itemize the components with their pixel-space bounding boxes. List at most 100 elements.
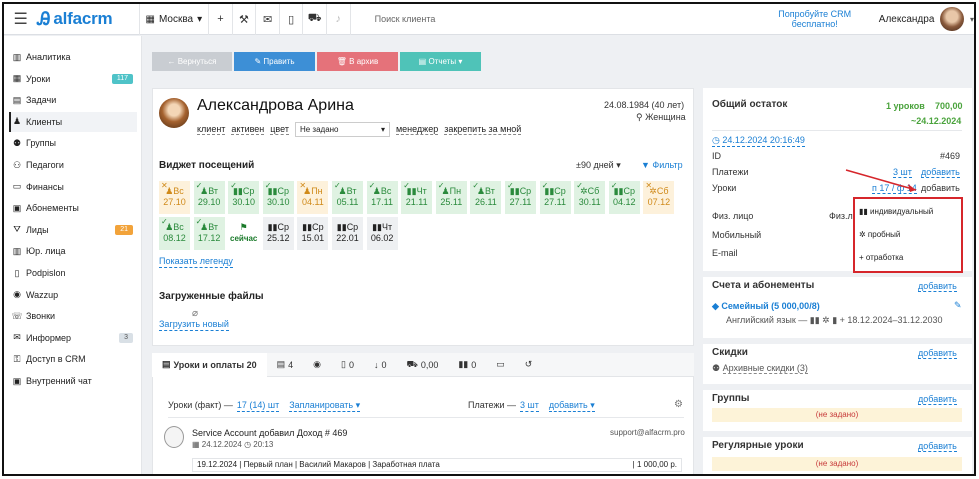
- mail-icon[interactable]: ✉: [256, 4, 280, 35]
- sidebar-item-11[interactable]: ◉ Wazzup: [11, 285, 139, 305]
- add-discount-link[interactable]: добавить: [918, 348, 957, 359]
- sidebar-item-9[interactable]: ▥ Юр. лица: [11, 241, 139, 261]
- add-regular-link[interactable]: добавить: [918, 441, 957, 452]
- popup-item-trial[interactable]: ✲ пробный: [859, 230, 900, 239]
- add-payment-dropdown[interactable]: добавить ▾: [548, 400, 595, 412]
- attendance-day[interactable]: ✓ ♟Вт 17.12: [193, 217, 225, 250]
- sidebar-item-1[interactable]: ▦ Уроки 117: [11, 69, 139, 89]
- tab-4[interactable]: ↓ 0: [364, 353, 397, 377]
- wrench-icon[interactable]: ⚒: [233, 4, 257, 35]
- client-color[interactable]: цвет: [270, 124, 289, 135]
- sidebar-item-4[interactable]: ⚉ Группы: [11, 133, 139, 153]
- sidebar-item-0[interactable]: ▥ Аналитика: [11, 47, 139, 67]
- sidebar-item-14[interactable]: ⚿ Доступ в CRM: [11, 349, 139, 369]
- add-payment-link[interactable]: добавить: [921, 167, 960, 178]
- payments-value[interactable]: 3 шт: [520, 400, 539, 412]
- cart-icon[interactable]: ⛟: [303, 4, 328, 35]
- sidebar-item-5[interactable]: ⚇ Педагоги: [11, 155, 139, 175]
- tab-5[interactable]: ⛟ 0,00: [396, 353, 448, 377]
- attendance-day[interactable]: ✓ ♟Вт 05.11: [332, 181, 363, 214]
- tab-0[interactable]: ▤ Уроки и оплаты 20: [152, 352, 267, 377]
- popup-item-individual[interactable]: ▮▮ индивидуальный: [859, 207, 933, 216]
- attendance-day[interactable]: ✕ ✲Сб 07.12: [643, 181, 675, 214]
- user-name[interactable]: Александра: [879, 14, 935, 25]
- add-group-link[interactable]: добавить: [918, 394, 957, 405]
- plan-dropdown[interactable]: Запланировать ▾: [289, 400, 361, 412]
- attendance-day[interactable]: ⚑ сейчас: [228, 217, 259, 250]
- sidebar-item-3[interactable]: ♟ Клиенты: [9, 111, 137, 132]
- tab-7[interactable]: ▭: [486, 353, 515, 377]
- attendance-day[interactable]: ✓ ▮▮Ср 27.11: [539, 181, 571, 214]
- attendance-day[interactable]: ▮▮Ср 15.01: [297, 217, 329, 250]
- legend-link[interactable]: Показать легенду: [159, 256, 233, 268]
- attendance-day[interactable]: ✓ ✲Сб 30.11: [574, 181, 606, 214]
- balance-timestamp[interactable]: ◷ 24.12.2024 20:16:49: [712, 135, 805, 147]
- avatar[interactable]: [940, 7, 964, 31]
- tab-label: 0,00: [420, 359, 439, 370]
- archive-discounts-link[interactable]: ⚉ Архивные скидки (3): [712, 363, 808, 374]
- fact-value[interactable]: 17 (14) шт: [236, 400, 280, 412]
- attendance-day[interactable]: ✓ ▮▮Ср 30.10: [228, 181, 260, 214]
- tab-3[interactable]: ▯ 0: [331, 353, 364, 377]
- tab-2[interactable]: ◉: [303, 353, 331, 377]
- feed-author[interactable]: Service Account: [192, 428, 257, 438]
- status-select[interactable]: Не задано ▾: [294, 122, 390, 137]
- sidebar-item-15[interactable]: ▣ Внутренний чат: [11, 371, 139, 391]
- attendance-day[interactable]: ✕ ♟Пн 04.11: [297, 181, 329, 214]
- mobile-icon[interactable]: ▯: [280, 4, 304, 35]
- logo[interactable]: Ꭿ alfacrm: [37, 4, 140, 35]
- chevron-down-icon[interactable]: ▾: [970, 15, 974, 24]
- upload-link[interactable]: Загрузить новый: [159, 319, 229, 331]
- add-account-link[interactable]: добавить: [918, 281, 957, 292]
- action-button-2[interactable]: 🗑 В архив: [317, 52, 398, 71]
- bell-icon[interactable]: ♪: [327, 4, 351, 35]
- sidebar-item-12[interactable]: ☏ Звонки: [11, 306, 139, 326]
- action-button-3[interactable]: ▤ Отчеты ▾: [400, 52, 481, 71]
- attendance-day[interactable]: ✓ ♟Вт 29.10: [193, 181, 225, 214]
- clock-icon: ◷: [244, 440, 254, 449]
- sidebar-item-6[interactable]: ▭ Финансы: [11, 177, 139, 197]
- attendance-day[interactable]: ✓ ♟Вт 26.11: [470, 181, 502, 214]
- client-photo[interactable]: [159, 98, 189, 128]
- range-select[interactable]: ±90 дней ▾: [576, 160, 621, 171]
- tab-1[interactable]: ▤ 4: [267, 353, 304, 377]
- add-lesson-link[interactable]: добавить: [921, 183, 960, 193]
- assign-link[interactable]: закрепить за мной: [444, 124, 522, 135]
- attendance-day[interactable]: ✕ ♟Вс 27.10: [159, 181, 190, 214]
- sidebar-item-10[interactable]: ▯ Podpislon: [11, 263, 139, 283]
- branch-select[interactable]: ▦ Москва ▾: [140, 4, 210, 35]
- action-button-0[interactable]: ← Вернуться: [152, 52, 232, 71]
- attendance-day[interactable]: ✓ ♟Вс 08.12: [159, 217, 190, 250]
- tab-8[interactable]: ↺: [515, 353, 543, 377]
- attendance-day[interactable]: ▮▮Ср 25.12: [262, 217, 294, 250]
- tab-6[interactable]: ▮▮ 0: [448, 353, 486, 377]
- search-input[interactable]: Поиск клиента: [351, 4, 731, 35]
- client-dob: 24.08.1984 (40 лет): [604, 100, 685, 110]
- sidebar-item-7[interactable]: ▣ Абонементы: [11, 198, 139, 218]
- pencil-icon[interactable]: ✎: [954, 300, 962, 311]
- menu-icon[interactable]: ☰: [4, 4, 37, 35]
- attendance-day[interactable]: ▮▮Чт 06.02: [366, 217, 398, 250]
- filter-button[interactable]: ▼ Фильтр: [641, 160, 683, 170]
- manager-link[interactable]: менеджер: [395, 124, 439, 135]
- attendance-day[interactable]: ✓ ▮▮Ср 04.12: [608, 181, 640, 214]
- sidebar-item-13[interactable]: ✉ Информер 3: [11, 328, 139, 348]
- attendance-day[interactable]: ✓ ▮▮Ср 27.11: [505, 181, 536, 214]
- attendance-day[interactable]: ✓ ▮▮Чт 21.11: [401, 181, 433, 214]
- attendance-day[interactable]: ✓ ♟Пн 25.11: [435, 181, 467, 214]
- client-state[interactable]: активен: [231, 124, 265, 135]
- money-left: 700,00: [935, 101, 963, 111]
- popup-item-makeup[interactable]: + отработка: [859, 253, 903, 262]
- subscription-name[interactable]: ◆ Семейный (5 000,00/8): [712, 301, 820, 312]
- attendance-day[interactable]: ▮▮Ср 22.01: [332, 217, 363, 250]
- gear-icon[interactable]: ⚙: [674, 399, 683, 410]
- client-type[interactable]: клиент: [197, 124, 226, 135]
- sidebar-item-2[interactable]: ▤ Задачи: [11, 90, 139, 110]
- sidebar-item-8[interactable]: ⛛ Лиды 21: [11, 220, 139, 240]
- check-icon: ✓: [368, 181, 376, 190]
- attendance-day[interactable]: ✓ ▮▮Ср 30.10: [262, 181, 294, 214]
- action-button-1[interactable]: ✎ Править: [234, 52, 315, 71]
- add-icon[interactable]: +: [209, 4, 233, 35]
- promo-link[interactable]: Попробуйте CRM бесплатно!: [767, 9, 863, 29]
- attendance-day[interactable]: ✓ ♟Вс 17.11: [366, 181, 398, 214]
